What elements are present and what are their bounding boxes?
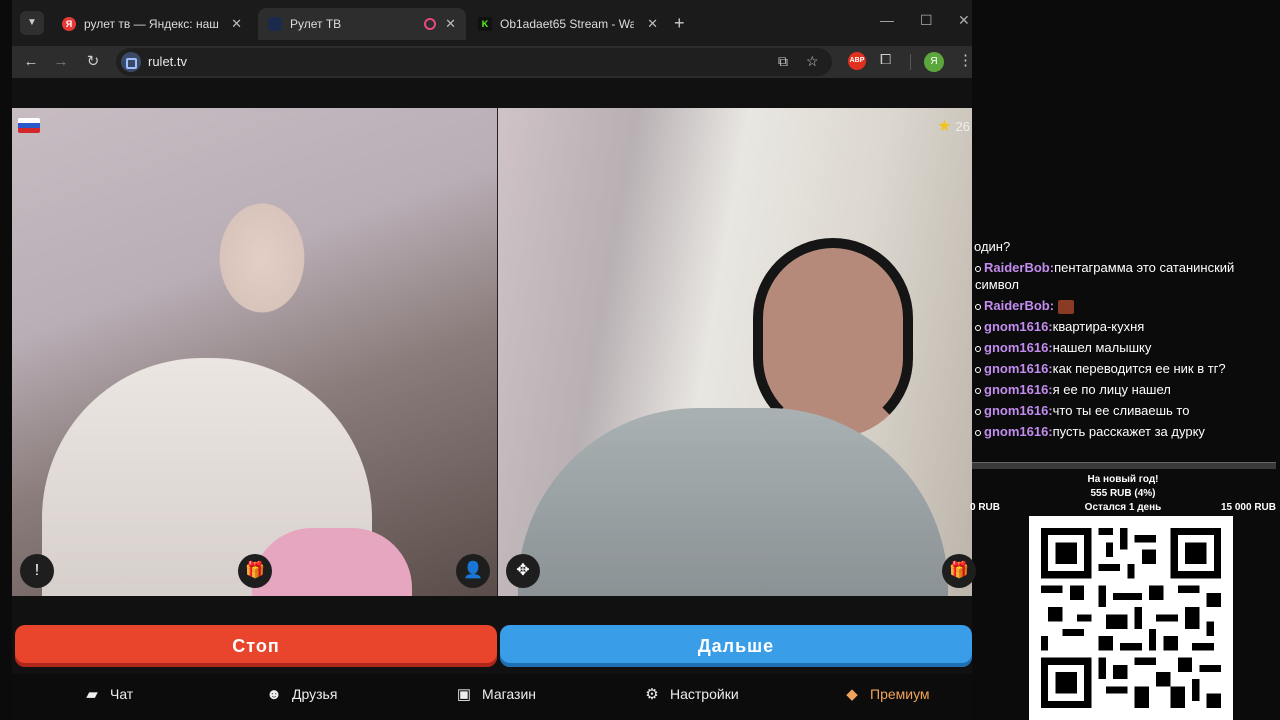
video-area: ! 🎁 👤 ★ 26 ✥ 🎁 bbox=[12, 108, 976, 596]
nav-shop[interactable]: ▣ Магазин bbox=[454, 674, 536, 720]
partner-video: ! 🎁 👤 bbox=[12, 108, 497, 596]
self-figure bbox=[518, 408, 948, 596]
tab-search-button[interactable]: ▼ bbox=[20, 11, 44, 35]
close-tab-icon[interactable]: ✕ bbox=[647, 8, 658, 40]
new-tab-button[interactable]: + bbox=[674, 11, 685, 35]
stop-button[interactable]: Стоп bbox=[15, 625, 497, 667]
chat-message: gnom1616:я ее по лицу нашел bbox=[972, 379, 1280, 400]
nav-chat[interactable]: ▰ Чат bbox=[82, 674, 133, 720]
maximize-icon[interactable]: ☐ bbox=[920, 12, 933, 29]
minimize-icon[interactable]: — bbox=[880, 12, 894, 28]
tab-title: рулет тв — Яндекс: нашлось 7 bbox=[84, 17, 218, 31]
chat-badge-icon bbox=[975, 303, 981, 310]
kick-favicon-icon: K bbox=[478, 17, 492, 31]
toolbar-divider bbox=[910, 54, 911, 70]
tab-bar: ▼ Я рулет тв — Яндекс: нашлось 7 ✕ Рулет… bbox=[12, 0, 972, 46]
back-icon[interactable]: ← bbox=[20, 51, 42, 73]
chat-icon: ▰ bbox=[86, 686, 98, 703]
chat-message: RaiderBob:пентаграмма это сатанинский си… bbox=[975, 260, 1235, 292]
qr-code-image bbox=[1041, 528, 1221, 708]
browser-menu-icon[interactable]: ⋮ bbox=[958, 51, 973, 69]
donation-qr-code bbox=[1029, 516, 1233, 720]
goal-title: На новый год! bbox=[1087, 474, 1159, 485]
chat-message: gnom1616:пусть расскажет за дурку bbox=[972, 421, 1280, 442]
friends-icon: ☻ bbox=[266, 686, 282, 703]
tab-title: Ob1adaet65 Stream - Watch Li bbox=[500, 17, 634, 31]
gift-icon[interactable]: 🎁 bbox=[942, 554, 976, 588]
country-flag-icon bbox=[18, 118, 40, 133]
chat-badge-icon bbox=[975, 265, 981, 272]
browser-window: ▼ Я рулет тв — Яндекс: нашлось 7 ✕ Рулет… bbox=[12, 0, 976, 720]
chat-message: gnom1616:что ты ее сливаешь то bbox=[972, 400, 1280, 421]
reload-icon[interactable]: ↻ bbox=[82, 51, 104, 73]
donation-goal: На новый год! 555 RUB (4%) 0 RUB Остался… bbox=[966, 472, 1280, 518]
tab-rulet[interactable]: Рулет ТВ ✕ bbox=[258, 8, 466, 40]
nav-settings[interactable]: ⚙ Настройки bbox=[642, 674, 738, 720]
close-window-icon[interactable]: ✕ bbox=[958, 12, 970, 29]
chat-message: один? bbox=[974, 239, 1011, 254]
star-icon: ★ bbox=[937, 118, 952, 135]
url-text[interactable]: rulet.tv bbox=[148, 48, 187, 76]
chat-badge-icon bbox=[975, 366, 981, 373]
recording-indicator-icon bbox=[424, 18, 436, 30]
premium-tag-icon: ◆ bbox=[846, 686, 858, 703]
address-bar[interactable]: rulet.tv ⧉ ☆ bbox=[116, 48, 832, 76]
tab-title: Рулет ТВ bbox=[290, 17, 342, 31]
bottom-nav: ▰ Чат ☻ Друзья ▣ Магазин ⚙ Настройки ◆ Премиу… bbox=[12, 674, 972, 720]
star-count-value: 26 bbox=[955, 119, 970, 134]
adblock-extension-icon[interactable]: ABP bbox=[848, 52, 866, 70]
chat-badge-icon bbox=[975, 408, 981, 415]
tab-kick[interactable]: K Ob1adaet65 Stream - Watch Li ✕ bbox=[468, 8, 668, 40]
install-app-icon[interactable]: ⧉ bbox=[778, 53, 788, 70]
close-tab-icon[interactable]: ✕ bbox=[231, 8, 242, 40]
rulet-page: ! 🎁 👤 ★ 26 ✥ 🎁 Стоп Дальше ▰ Чат ☻ Друзья ▣… bbox=[12, 78, 976, 720]
bookmark-star-icon[interactable]: ☆ bbox=[806, 53, 819, 70]
gift-icon[interactable]: 🎁 bbox=[238, 554, 272, 588]
chat-badge-icon bbox=[975, 345, 981, 352]
settings-icon: ⚙ bbox=[645, 686, 659, 703]
chat-badge-icon bbox=[975, 387, 981, 394]
rulet-favicon-icon bbox=[268, 17, 282, 31]
tab-yandex[interactable]: Я рулет тв — Яндекс: нашлось 7 ✕ bbox=[52, 8, 252, 40]
nav-friends[interactable]: ☻ Друзья bbox=[264, 674, 337, 720]
star-counter: ★ 26 bbox=[937, 116, 970, 136]
yandex-favicon-icon: Я bbox=[62, 17, 76, 31]
extensions-puzzle-icon[interactable]: ⧠ bbox=[880, 51, 891, 68]
stream-screen: ▼ Я рулет тв — Яндекс: нашлось 7 ✕ Рулет… bbox=[0, 0, 1280, 720]
games-icon[interactable]: ✥ bbox=[506, 554, 540, 588]
stream-chat: один? RaiderBob:пентаграмма это сатанинс… bbox=[972, 236, 1280, 462]
chat-message: gnom1616:как переводится ее ник в тг? bbox=[972, 358, 1280, 379]
goal-target: 15 000 RUB bbox=[1220, 502, 1276, 513]
self-video: ★ 26 ✥ 🎁 bbox=[498, 108, 976, 596]
chat-badge-icon bbox=[975, 324, 981, 331]
next-button[interactable]: Дальше bbox=[500, 625, 972, 667]
forward-icon[interactable]: → bbox=[50, 51, 72, 73]
chat-message: RaiderBob: bbox=[972, 295, 1280, 316]
close-tab-icon[interactable]: ✕ bbox=[445, 8, 456, 40]
report-icon[interactable]: ! bbox=[20, 554, 54, 588]
chat-badge-icon bbox=[975, 429, 981, 436]
profile-avatar[interactable]: Я bbox=[924, 52, 944, 72]
shop-icon: ▣ bbox=[456, 686, 472, 703]
address-toolbar: ← → ↻ rulet.tv ⧉ ☆ ABP ⧠ Я ⋮ bbox=[12, 46, 973, 78]
goal-raised: 555 RUB (4%) bbox=[1090, 488, 1156, 499]
chat-message: gnom1616:нашел малышку bbox=[972, 337, 1280, 358]
emote-icon bbox=[1057, 299, 1074, 314]
site-info-icon[interactable] bbox=[121, 52, 141, 72]
profile-icon[interactable]: 👤 bbox=[456, 554, 490, 588]
nav-premium[interactable]: ◆ Премиум bbox=[842, 674, 929, 720]
chat-divider bbox=[972, 462, 1276, 469]
chat-message: gnom1616:квартира-кухня bbox=[972, 316, 1280, 337]
